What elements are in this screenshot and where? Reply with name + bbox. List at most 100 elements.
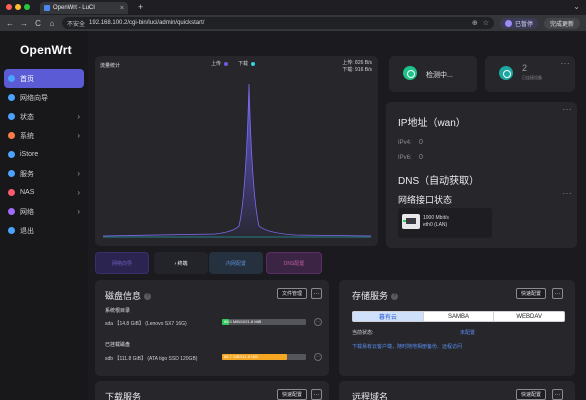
home-button[interactable]: ⌂ bbox=[48, 19, 56, 28]
sidebar-item-3[interactable]: 系统 › bbox=[4, 126, 84, 145]
system-root-label: 系统根目录 bbox=[105, 308, 131, 314]
chevron-right-icon: › bbox=[77, 169, 80, 178]
system-usage-text: 86.0 MiB/1021.8 MiB bbox=[224, 319, 262, 324]
url-text[interactable]: 192.168.100.2/cgi-bin/luci/admin/quickst… bbox=[89, 20, 204, 26]
devices-icon bbox=[499, 66, 513, 80]
remote-more-button[interactable]: ··· bbox=[552, 389, 563, 400]
traffic-area-chart bbox=[102, 83, 372, 238]
dns-title: DNS（自动获取） bbox=[398, 176, 480, 187]
file-manager-button[interactable]: 文件管理 bbox=[277, 288, 308, 299]
devices-more-button[interactable]: ··· bbox=[561, 59, 571, 68]
interface-name: eth0 (LAN) bbox=[423, 222, 448, 228]
network-check-card[interactable]: 检测中... bbox=[389, 56, 477, 92]
reload-button[interactable]: C bbox=[34, 19, 42, 28]
forward-button[interactable]: → bbox=[20, 19, 28, 28]
storage-more-button[interactable]: ··· bbox=[552, 288, 563, 299]
new-tab-button[interactable]: + bbox=[138, 2, 143, 12]
translate-icon[interactable]: ⊕ bbox=[472, 19, 478, 27]
lan-config-button[interactable]: 内网配置 bbox=[209, 252, 263, 274]
sidebar-item-label: 服务 bbox=[20, 170, 34, 178]
avatar bbox=[504, 19, 512, 27]
disk-info-card: 磁盘信息? 文件管理 ··· 系统根目录 sda 【14.8 GiB】 (Len… bbox=[95, 280, 329, 376]
terminal-button[interactable]: › 终端 bbox=[154, 252, 208, 274]
services-icon bbox=[8, 170, 15, 177]
dns-config-button[interactable]: DNS配置 bbox=[266, 252, 322, 274]
sidebar-item-5[interactable]: 服务 › bbox=[4, 164, 84, 183]
ipv6-value: 0 bbox=[419, 154, 423, 161]
sidebar-item-label: 网络 bbox=[20, 208, 34, 216]
bookmark-star-icon[interactable]: ☆ bbox=[483, 19, 489, 27]
network-wizard-button[interactable]: 网络向导 bbox=[95, 252, 149, 274]
update-button[interactable]: 完成更新 bbox=[543, 17, 580, 29]
profile-paused-button[interactable]: 已暂停 bbox=[499, 17, 538, 29]
link-led-icon bbox=[403, 220, 406, 222]
close-window-button[interactable] bbox=[6, 4, 12, 10]
disk-more-button[interactable]: ··· bbox=[311, 288, 322, 299]
sidebar-item-2[interactable]: 状态 › bbox=[4, 107, 84, 126]
address-bar[interactable]: 不安全 192.168.100.2/cgi-bin/luci/admin/qui… bbox=[62, 17, 494, 29]
mounted-usage-text: 86.7 GiB/111.8 GiB bbox=[224, 354, 258, 359]
devices-label: 已连接设备 bbox=[522, 75, 542, 80]
minimize-window-button[interactable] bbox=[15, 4, 21, 10]
tab-title: OpenWrt - LuCI bbox=[53, 5, 95, 11]
download-more-button[interactable]: ··· bbox=[311, 389, 322, 400]
help-icon[interactable]: ? bbox=[144, 293, 152, 301]
sidebar-item-1[interactable]: 网络向导 bbox=[4, 88, 84, 107]
remote-title: 远程域名 bbox=[352, 392, 389, 400]
disk-title: 磁盘信息? bbox=[105, 289, 152, 302]
interface-title: 网络接口状态 bbox=[398, 195, 453, 205]
client-download-link[interactable]: 下载易有云客户端，随时随地相册备份、远程访问 bbox=[352, 343, 462, 350]
tab-yiyouyun[interactable]: 暮有云 bbox=[353, 312, 423, 321]
sidebar-item-label: 系统 bbox=[20, 132, 34, 140]
sidebar-item-4[interactable]: iStore bbox=[4, 145, 84, 164]
insecure-badge[interactable]: 不安全 bbox=[67, 19, 85, 28]
upload-series-area bbox=[103, 84, 371, 236]
interface-status-card: 网络接口状态 ··· 1000 Mbit/s eth0 (LAN) bbox=[386, 186, 577, 248]
tab-samba[interactable]: SAMBA bbox=[422, 312, 494, 321]
back-button[interactable]: ← bbox=[6, 19, 14, 28]
sidebar-item-0[interactable]: 首页 bbox=[4, 69, 84, 88]
tab-webdav[interactable]: WEBDAV bbox=[493, 312, 564, 321]
chevron-right-icon: › bbox=[77, 112, 80, 121]
close-icon[interactable]: × bbox=[120, 5, 124, 12]
current-state-link[interactable]: 未配置 bbox=[460, 329, 475, 336]
help-icon[interactable]: ? bbox=[391, 293, 399, 301]
sidebar-item-8[interactable]: 退出 bbox=[4, 221, 84, 240]
storage-config-button[interactable]: 快速配置 bbox=[516, 288, 547, 299]
sidebar-item-6[interactable]: NAS › bbox=[4, 183, 84, 202]
maximize-window-button[interactable] bbox=[24, 4, 30, 10]
system-disk-more-button[interactable]: ··· bbox=[314, 318, 322, 326]
storage-service-card: 存储服务? 快速配置 ··· 暮有云 SAMBA WEBDAV 当前状态: 未配… bbox=[339, 280, 575, 376]
ipv4-label: IPv4: bbox=[398, 140, 412, 146]
system-disk-name: sda 【14.8 GiB】 (Lenovo SX7 16G) bbox=[105, 321, 187, 327]
upload-series-line bbox=[102, 83, 372, 237]
openwrt-favicon-icon bbox=[44, 5, 50, 11]
network-check-status: 检测中... bbox=[426, 72, 453, 79]
sidebar-item-label: 首页 bbox=[20, 75, 34, 83]
sidebar-item-7[interactable]: 网络 › bbox=[4, 202, 84, 221]
chevron-right-icon: › bbox=[77, 131, 80, 140]
network-icon bbox=[8, 208, 15, 215]
system-usage-bar: 86.0 MiB/1021.8 MiB bbox=[222, 319, 306, 325]
storage-tabs: 暮有云 SAMBA WEBDAV bbox=[352, 311, 565, 322]
mounted-disk-more-button[interactable]: ··· bbox=[314, 353, 322, 361]
connected-devices-card[interactable]: 2 已连接设备 ··· bbox=[485, 56, 575, 92]
tab-menu-button[interactable]: ⌄ bbox=[573, 2, 580, 11]
main-content: 流量统计 上传 下载 上传: 826 B/s 下载: 916 B/s 检测中..… bbox=[88, 31, 586, 400]
download-dot-icon bbox=[251, 61, 256, 66]
download-service-card: 下载服务 快速配置 ··· bbox=[95, 381, 329, 400]
download-config-button[interactable]: 快速配置 bbox=[277, 389, 308, 400]
ip-more-button[interactable]: ··· bbox=[563, 105, 573, 114]
sidebar-nav: 首页网络向导 状态 › 系统 › iStore 服务 › NAS › 网络 › 退出 bbox=[4, 69, 84, 240]
sidebar-item-label: 退出 bbox=[20, 227, 34, 235]
chevron-right-icon: › bbox=[77, 207, 80, 216]
home-icon bbox=[8, 75, 15, 82]
ip-title: IP地址（wan） bbox=[398, 118, 466, 129]
network-check-icon bbox=[403, 66, 417, 80]
browser-tab[interactable]: OpenWrt - LuCI × bbox=[40, 2, 128, 14]
store-icon bbox=[8, 151, 15, 158]
interface-port[interactable]: 1000 Mbit/s eth0 (LAN) bbox=[398, 208, 492, 238]
remote-config-button[interactable]: 快速配置 bbox=[516, 389, 547, 400]
traffic-rates: 上传: 826 B/s 下载: 916 B/s bbox=[342, 60, 372, 74]
interface-more-button[interactable]: ··· bbox=[563, 189, 573, 198]
